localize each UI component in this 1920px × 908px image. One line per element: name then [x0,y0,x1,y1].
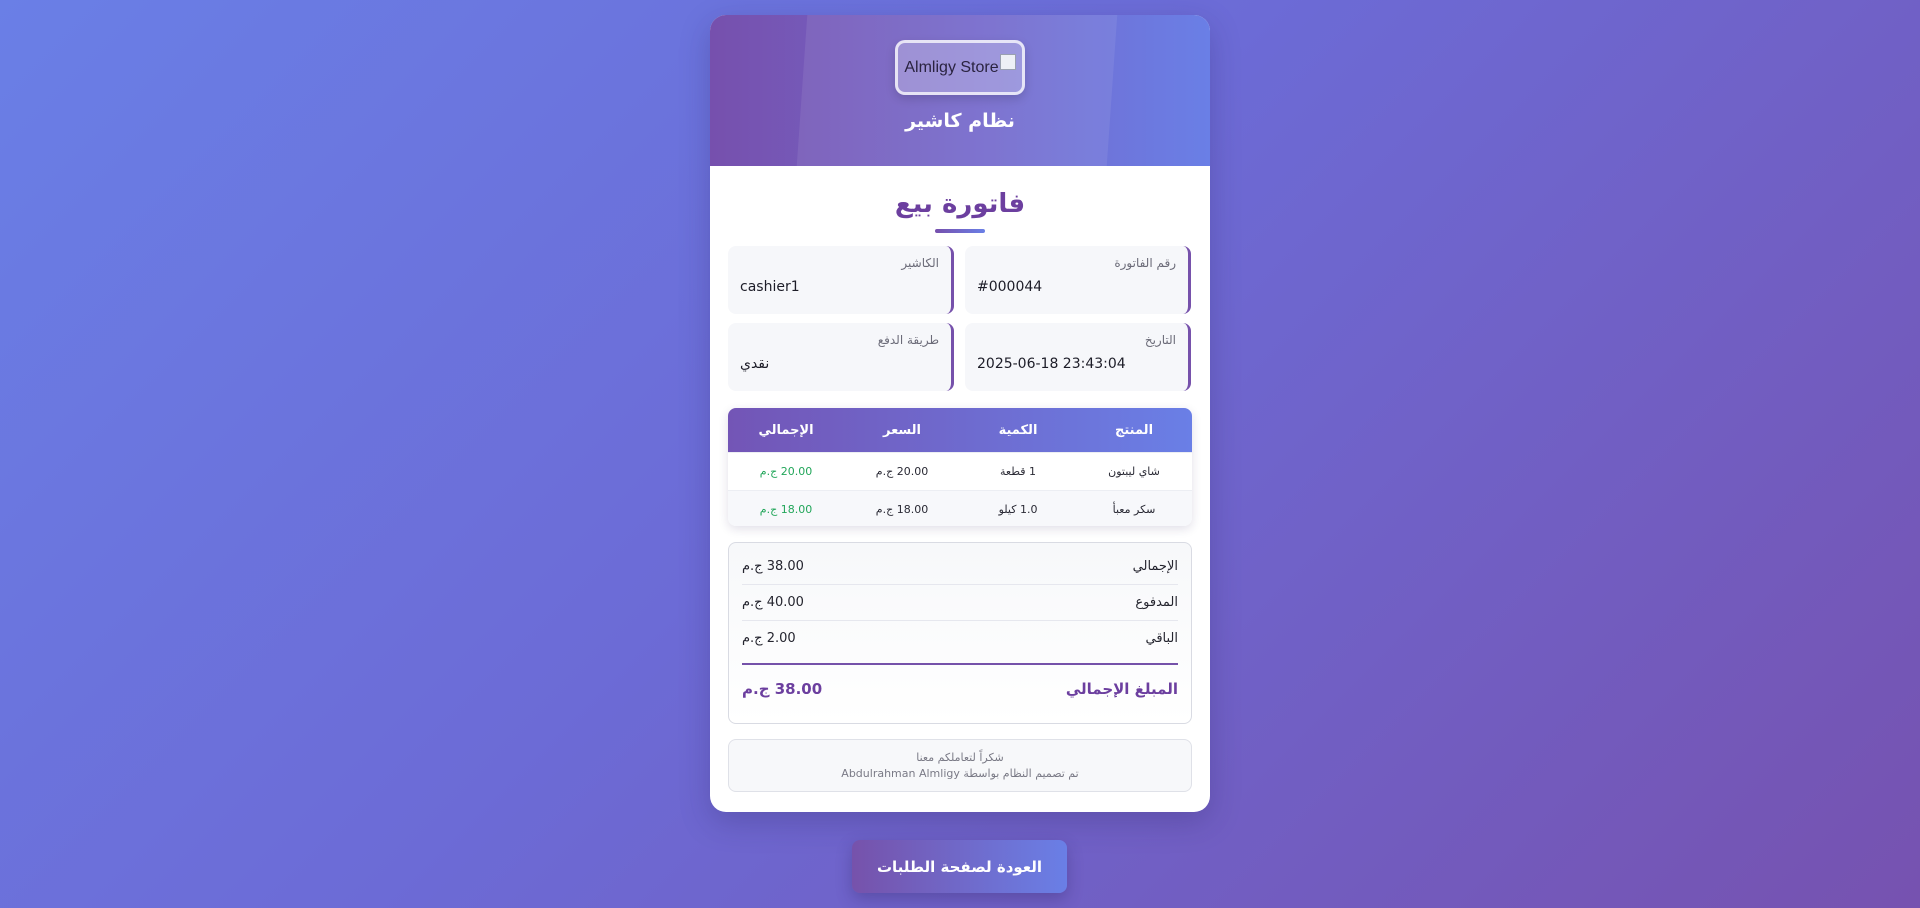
credit-text: تم تصميم النظام بواسطة Abdulrahman Almli… [841,767,1079,780]
summary-grand-total-row: المبلغ الإجمالي 38.00 ج.م [742,665,1178,713]
invoice-header: Almligy Store نظام كاشير [710,15,1210,166]
invoice-title: فاتورة بيع [894,189,1026,219]
cell-quantity: 1 قطعة [1000,465,1036,478]
cashier-label: الكاشير [901,256,939,270]
invoice-footer: شكراً لتعاملكم معنا تم تصميم النظام بواس… [728,739,1192,792]
subtotal-value: 38.00 ج.م [742,559,804,574]
date-label: التاريخ [1144,333,1176,347]
summary-change-row: الباقي 2.00 ج.م [742,621,1178,656]
system-title: نظام كاشير [905,110,1015,132]
paid-label: المدفوع [1135,595,1178,610]
header-price: السعر [883,422,921,438]
store-logo: Almligy Store [895,40,1025,95]
broken-image-icon [999,53,1016,70]
grand-total-label: المبلغ الإجمالي [1065,680,1178,698]
store-logo-alt-text: Almligy Store [904,58,999,76]
info-cashier: الكاشير cashier1 [728,246,954,314]
info-payment-method: طريقة الدفع نقدي [728,323,954,391]
summary-paid-row: المدفوع 40.00 ج.م [742,585,1178,621]
table-row: سكر معبأ 1.0 كيلو 18.00 ج.م 18.00 ج.م [728,490,1192,526]
title-underline [935,229,985,233]
header-quantity: الكمية [998,422,1038,438]
summary-subtotal-row: الإجمالي 38.00 ج.م [742,549,1178,585]
payment-method-value: نقدي [740,356,770,372]
invoice-number-label: رقم الفاتورة [1114,256,1176,270]
header-product: المنتج [1114,422,1154,438]
info-date: التاريخ 2025-06-18 23:43:04 [965,323,1191,391]
invoice-summary: الإجمالي 38.00 ج.م المدفوع 40.00 ج.م الب… [728,542,1192,724]
payment-method-label: طريقة الدفع [877,333,939,347]
cell-product: شاي ليبتون [1108,465,1160,478]
cell-total: 18.00 ج.م [759,503,813,516]
change-label: الباقي [1145,631,1178,646]
table-header: المنتج الكمية السعر الإجمالي [728,408,1192,452]
thanks-text: شكراً لتعاملكم معنا [916,751,1004,764]
info-invoice-number: رقم الفاتورة #000044 [965,246,1191,314]
subtotal-label: الإجمالي [1132,559,1178,574]
invoice-card: Almligy Store نظام كاشير فاتورة بيع رقم … [710,15,1210,812]
cell-price: 18.00 ج.م [875,503,929,516]
paid-value: 40.00 ج.م [742,595,804,610]
invoice-number-value: #000044 [977,279,1043,295]
table-row: شاي ليبتون 1 قطعة 20.00 ج.م 20.00 ج.م [728,452,1192,490]
cell-product: سكر معبأ [1112,503,1156,516]
date-value: 2025-06-18 23:43:04 [977,356,1126,372]
back-to-orders-button[interactable]: العودة لصفحة الطلبات [852,840,1067,893]
cell-price: 20.00 ج.م [875,465,929,478]
items-table: المنتج الكمية السعر الإجمالي شاي ليبتون … [728,408,1192,526]
change-value: 2.00 ج.م [742,631,796,646]
cell-total: 20.00 ج.م [759,465,813,478]
cashier-value: cashier1 [740,279,800,295]
grand-total-value: 38.00 ج.م [742,680,823,698]
header-total: الإجمالي [758,422,814,438]
cell-quantity: 1.0 كيلو [998,503,1038,516]
